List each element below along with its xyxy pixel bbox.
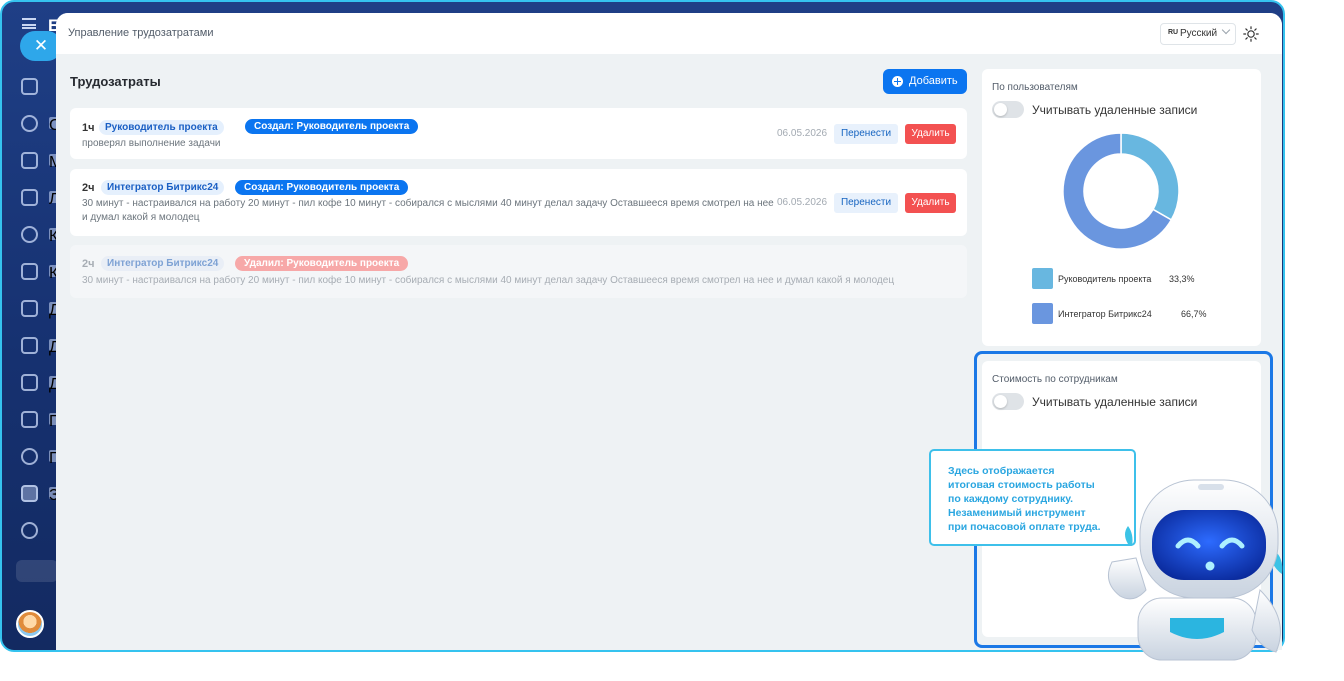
by-users-card: По пользователям Учитывать удаленные зап… [982,69,1261,346]
robot-mascot-icon [1107,479,1283,661]
task-icon[interactable] [21,485,38,502]
legend-percent: 33,3% [1169,274,1195,284]
toggle-label: Учитывать удаленные записи [1032,103,1198,117]
panel-title: Управление трудозатратами [68,27,214,39]
language-label: Русский [1180,28,1218,39]
card-title: Стоимость по сотрудникам [992,374,1118,385]
include-deleted-toggle[interactable] [992,393,1024,410]
monitor-icon[interactable] [21,337,38,354]
worklog-entry: 1ч Руководитель проекта Создал: Руководи… [70,108,967,159]
mail-icon[interactable] [21,411,38,428]
chevron-down-icon [1221,25,1231,35]
worklog-entry-deleted: 2ч Интегратор Битрикс24 Удалил: Руководи… [70,245,967,298]
sync-icon[interactable] [21,115,38,132]
move-button[interactable]: Перенести [834,193,898,213]
entry-status-tag: Удалил: Руководитель проекта [235,256,409,271]
entry-description: 30 минут - настраивался на работу 20 мин… [82,198,774,223]
entry-user-tag[interactable]: Интегратор Битрикс24 [101,180,225,195]
settings-icon[interactable] [21,522,38,539]
worklog-entry: 2ч Интегратор Битрикс24 Создал: Руководи… [70,169,967,236]
legend-swatch [1032,268,1053,289]
legend-label: Руководитель проекта [1058,274,1152,284]
card-title: По пользователям [992,82,1078,93]
entry-user-tag[interactable]: Интегратор Битрикс24 [101,256,225,271]
screen: Б ✕ С М Л К К Д Д Д П Г З Управление [0,0,1344,681]
entry-date: 06.05.2026 [777,128,828,139]
home-icon[interactable] [21,78,38,95]
entry-hours: 2ч [82,182,95,194]
labor-costs-panel: Управление трудозатратами RU Русский Тру… [56,13,1282,650]
move-button[interactable]: Перенести [834,124,898,144]
toggle-label: Учитывать удаленные записи [1032,395,1198,409]
donut-slice-1[interactable] [1120,132,1180,221]
language-code: RU [1168,29,1179,36]
language-select[interactable]: RU Русский [1160,23,1236,45]
entry-hours: 1ч [82,122,95,134]
legend-swatch [1032,303,1053,324]
legend-label: Интегратор Битрикс24 [1058,309,1152,319]
panel-header: Управление трудозатратами RU Русский [56,13,1282,54]
add-button[interactable]: Добавить [883,69,967,94]
entry-status-tag: Создал: Руководитель проекта [245,119,419,134]
entry-description: проверял выполнение задачи [82,138,221,149]
entry-hours: 2ч [82,258,95,270]
include-deleted-toggle[interactable] [992,101,1024,118]
plus-circle-icon [892,76,903,87]
chat-icon[interactable] [21,152,38,169]
entry-description: 30 минут - настраивался на работу 20 мин… [82,275,895,286]
calendar-icon[interactable] [21,263,38,280]
avatar[interactable] [16,610,44,638]
menu-icon[interactable] [22,18,36,29]
delete-button[interactable]: Удалить [905,124,956,144]
donut-chart [1062,132,1180,250]
feed-icon[interactable] [21,189,38,206]
group-icon[interactable] [21,448,38,465]
delete-button[interactable]: Удалить [905,193,956,213]
entry-user-tag[interactable]: Руководитель проекта [99,120,224,135]
legend-percent: 66,7% [1181,309,1207,319]
theme-toggle-icon[interactable] [1243,26,1259,42]
section-title: Трудозатраты [70,74,161,89]
drive-icon[interactable] [21,374,38,391]
add-button-label: Добавить [909,75,958,87]
target-icon[interactable] [21,226,38,243]
entry-date: 06.05.2026 [777,197,828,208]
entry-status-tag: Создал: Руководитель проекта [235,180,409,195]
document-icon[interactable] [21,300,38,317]
sidebar-button[interactable] [16,560,58,582]
